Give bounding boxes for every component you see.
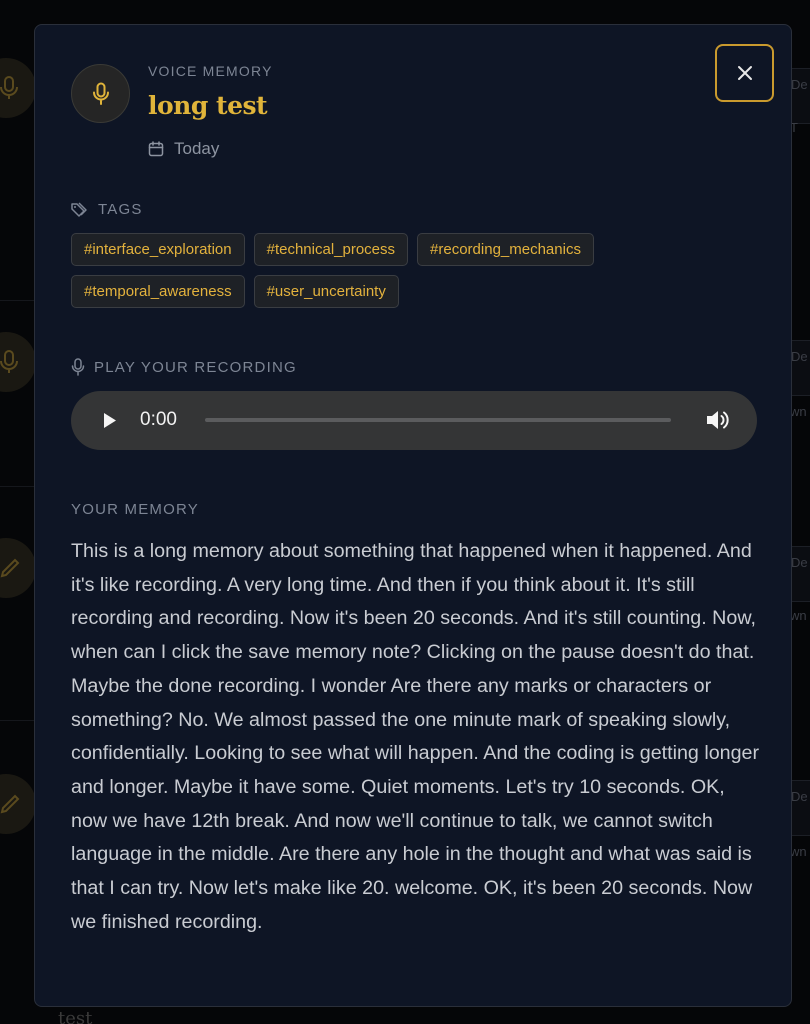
audio-seek-bar[interactable]: [205, 418, 671, 422]
tag-list: #interface_exploration #technical_proces…: [71, 233, 721, 308]
background-card-mic: [0, 332, 36, 392]
background-card-note: [0, 538, 36, 598]
microphone-icon: [0, 350, 18, 373]
play-icon[interactable]: [103, 412, 117, 429]
recording-label: PLAY YOUR RECORDING: [94, 358, 297, 376]
background-card-note: [0, 774, 36, 834]
divider: [0, 300, 34, 301]
pencil-icon: [0, 558, 20, 578]
pencil-icon: [0, 794, 20, 814]
tag-chip[interactable]: #temporal_awareness: [71, 275, 245, 308]
microphone-icon: [92, 82, 109, 105]
volume-icon[interactable]: [706, 409, 730, 431]
tags-section-label: TAGS: [71, 201, 143, 218]
calendar-icon: [148, 141, 164, 157]
divider: [0, 720, 34, 721]
memory-transcript: This is a long memory about something th…: [71, 540, 760, 933]
modal-kicker: VOICE MEMORY: [148, 63, 273, 79]
tags-icon: [71, 201, 87, 217]
audio-player: 0:00: [71, 391, 757, 450]
memory-date: Today: [148, 139, 219, 159]
voice-memory-modal: VOICE MEMORY long test Today TAGS #inter…: [34, 24, 792, 1007]
divider: [0, 486, 34, 487]
memory-date-text: Today: [174, 139, 220, 158]
memory-section-label: YOUR MEMORY: [71, 501, 199, 518]
tag-chip[interactable]: #technical_process: [253, 233, 409, 266]
memory-title: long test: [148, 91, 268, 120]
microphone-icon: [0, 76, 18, 99]
close-button[interactable]: [715, 44, 774, 102]
recording-section-label: PLAY YOUR RECORDING: [71, 358, 297, 376]
tag-chip[interactable]: #user_uncertainty: [253, 275, 399, 308]
audio-current-time: 0:00: [140, 409, 177, 430]
background-card-title: test: [58, 1008, 93, 1024]
close-icon: [737, 66, 752, 80]
background-card-mic: [0, 58, 36, 118]
tag-chip[interactable]: #interface_exploration: [71, 233, 245, 266]
tag-chip[interactable]: #recording_mechanics: [417, 233, 594, 266]
microphone-icon: [71, 358, 85, 376]
voice-memory-avatar: [71, 64, 130, 123]
tags-label: TAGS: [98, 201, 143, 218]
memory-label: YOUR MEMORY: [71, 501, 199, 518]
